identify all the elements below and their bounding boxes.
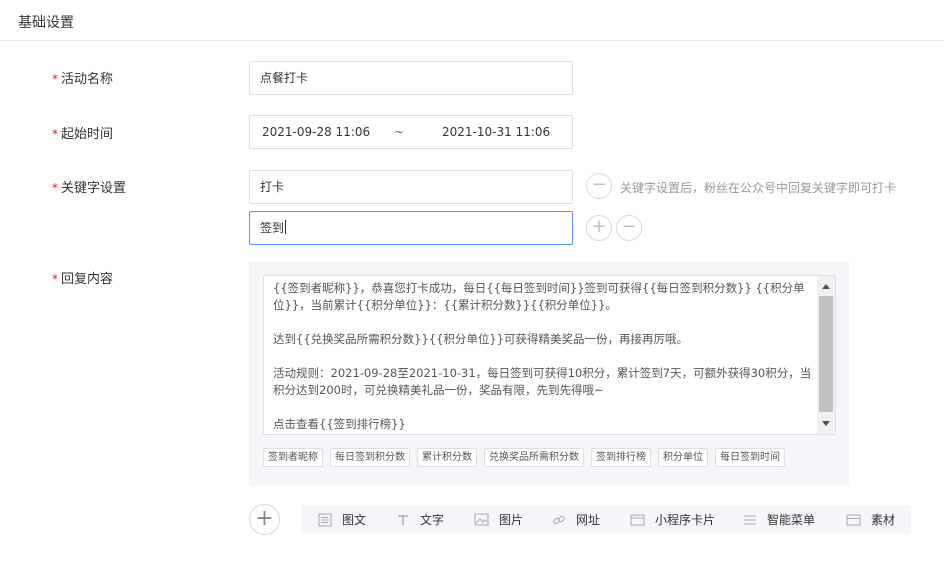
toolbar-item-label: 小程序卡片 <box>655 513 716 527</box>
material-icon <box>846 514 861 525</box>
toolbar-item-text[interactable]: 文字 <box>396 505 444 534</box>
scroll-thumb[interactable] <box>819 296 833 412</box>
remove-keyword-button[interactable]: − <box>616 215 642 241</box>
time-range-label-text: 起始时间 <box>61 127 114 142</box>
toolbar-item-label: 文字 <box>420 513 445 527</box>
keyword-input-2[interactable]: 签到 <box>249 211 573 245</box>
toolbar-item-material[interactable]: 素材 <box>846 505 895 534</box>
toolbar-item-article[interactable]: 图文 <box>318 505 366 534</box>
toolbar-item-miniprogram-card[interactable]: 小程序卡片 <box>630 505 715 534</box>
end-date-input[interactable]: 2021-10-31 11:06 <box>442 116 550 148</box>
section-title: 基础设置 <box>18 15 74 31</box>
reply-label: * 回复内容 <box>52 268 113 287</box>
add-reply-button[interactable]: + <box>249 504 280 535</box>
variable-tag[interactable]: 签到者昵称 <box>263 448 323 467</box>
keyword-input-2-text: 签到 <box>260 221 285 235</box>
reply-type-toolbar: 图文 文字 图片 网址 小程序卡片 智能菜单 素材 <box>301 505 911 534</box>
reply-paragraph: 点击查看{{签到排行榜}} <box>273 417 406 431</box>
toolbar-item-smart-menu[interactable]: 智能菜单 <box>743 505 815 534</box>
image-icon <box>474 513 489 526</box>
variable-tag[interactable]: 累计积分数 <box>417 448 477 467</box>
activity-name-label: * 活动名称 <box>52 68 113 87</box>
scroll-up-arrow-icon[interactable] <box>822 284 830 289</box>
reply-paragraph: 活动规则：2021-09-28至2021-10-31，每日签到可获得10积分，累… <box>273 366 812 397</box>
reply-paragraph: {{签到者昵称}}，恭喜您打卡成功，每日{{每日签到时间}}签到可获得{{每日签… <box>273 281 805 312</box>
toolbar-item-label: 网址 <box>576 513 601 527</box>
reply-content: {{签到者昵称}}，恭喜您打卡成功，每日{{每日签到时间}}签到可获得{{每日签… <box>273 280 813 434</box>
scroll-down-arrow-icon[interactable] <box>822 421 830 426</box>
toolbar-item-image[interactable]: 图片 <box>474 505 523 534</box>
variable-tag[interactable]: 积分单位 <box>658 448 708 467</box>
add-keyword-button[interactable]: + <box>586 215 612 241</box>
time-range-picker[interactable]: 2021-09-28 11:06 ~ 2021-10-31 11:06 <box>249 115 573 149</box>
keyword-label-text: 关键字设置 <box>61 181 127 196</box>
time-range-label: * 起始时间 <box>52 123 113 142</box>
start-date-input[interactable]: 2021-09-28 11:06 <box>262 116 370 148</box>
required-asterisk: * <box>52 127 58 141</box>
text-caret <box>285 220 287 234</box>
reply-label-text: 回复内容 <box>61 272 114 287</box>
article-icon <box>318 513 332 526</box>
remove-keyword-button[interactable]: − <box>586 173 612 199</box>
keyword-input-1[interactable]: 打卡 <box>249 170 573 204</box>
reply-textarea[interactable]: {{签到者昵称}}，恭喜您打卡成功，每日{{每日签到时间}}签到可获得{{每日签… <box>263 275 836 435</box>
toolbar-item-label: 图文 <box>342 513 367 527</box>
keyword-label: * 关键字设置 <box>52 177 126 196</box>
miniprogram-card-icon <box>630 514 645 525</box>
keyword-hint: 关键字设置后，粉丝在公众号中回复关键字即可打卡 <box>620 181 897 195</box>
section-divider <box>0 40 944 41</box>
toolbar-item-label: 图片 <box>499 513 524 527</box>
reply-panel: {{签到者昵称}}，恭喜您打卡成功，每日{{每日签到时间}}签到可获得{{每日签… <box>249 261 849 486</box>
vertical-scrollbar[interactable] <box>817 276 835 434</box>
link-icon <box>553 515 565 524</box>
toolbar-item-label: 素材 <box>871 513 896 527</box>
toolbar-item-label: 智能菜单 <box>767 513 816 527</box>
toolbar-item-link[interactable]: 网址 <box>552 505 600 534</box>
date-range-separator: ~ <box>394 125 405 139</box>
reply-paragraph: 达到{{兑换奖品所需积分数}}{{积分单位}}可获得精美奖品一份，再接再厉哦。 <box>273 332 689 346</box>
text-icon <box>398 514 408 525</box>
variable-tags: 签到者昵称 每日签到积分数 累计积分数 兑换奖品所需积分数 签到排行榜 积分单位… <box>263 448 785 467</box>
activity-name-label-text: 活动名称 <box>61 72 114 87</box>
required-asterisk: * <box>52 72 58 86</box>
required-asterisk: * <box>52 181 58 195</box>
menu-icon <box>744 515 756 524</box>
variable-tag[interactable]: 每日签到时间 <box>715 448 785 467</box>
required-asterisk: * <box>52 272 58 286</box>
activity-name-input[interactable]: 点餐打卡 <box>249 61 573 95</box>
variable-tag[interactable]: 兑换奖品所需积分数 <box>484 448 584 467</box>
variable-tag[interactable]: 签到排行榜 <box>591 448 651 467</box>
variable-tag[interactable]: 每日签到积分数 <box>330 448 410 467</box>
